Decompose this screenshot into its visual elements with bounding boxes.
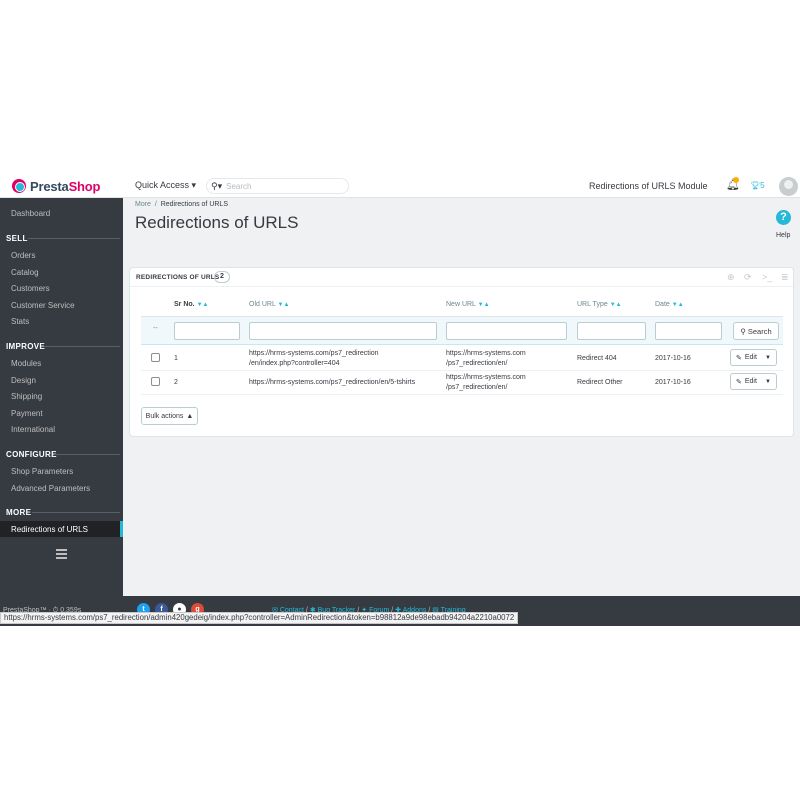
search-box[interactable]: ⚲▾ Search [206,178,349,194]
sidebar-item-redirections[interactable]: Redirections of URLS [11,525,88,534]
pencil-icon: ✎ [736,354,742,362]
caret-up-icon: ▲ [186,412,194,420]
help-icon[interactable]: ? [776,210,791,225]
breadcrumb-separator: / [154,201,157,208]
filter-placeholder: -- [153,325,158,332]
filter-url-type-input[interactable] [577,322,646,340]
cell-url-type: Redirect Other [577,379,623,386]
trophy-icon: 🏆︎ [750,181,761,190]
column-header-old-url[interactable]: Old URL ▼▲ [249,301,289,308]
column-header-date[interactable]: Date ▼▲ [655,301,684,308]
cell-date: 2017-10-16 [655,355,691,362]
search-icon: ⚲ [740,326,746,336]
prestashop-logo[interactable]: PrestaShop [12,178,100,194]
avatar[interactable] [779,177,798,196]
count-badge: 2 [214,271,230,283]
cell-old-url: https://hrms-systems.com/ps7_redirection… [249,379,416,386]
sort-icon[interactable]: ▼▲ [672,302,684,308]
cell-old-url: https://hrms-systems.com/ps7_redirection… [249,350,379,367]
panel-header: REDIRECTIONS OF URLS 2 ⊕ ⟳ >_ ≣ [130,268,793,287]
sidebar-item-customers[interactable]: Customers [11,284,50,293]
page-title: Redirections of URLS [135,213,299,232]
filter-new-url-input[interactable] [446,322,567,340]
sidebar-section-configure: CONFIGURE [6,450,57,459]
sidebar-item-advanced-parameters[interactable]: Advanced Parameters [11,484,90,493]
menu-collapse-icon[interactable] [56,549,67,561]
column-header-sr-no[interactable]: Sr No. ▼▲ [174,301,208,308]
chevron-down-icon[interactable]: ▼ [765,379,771,385]
sidebar-item-international[interactable]: International [11,425,55,434]
search-button[interactable]: ⚲ Search [733,322,779,340]
sort-icon[interactable]: ▼▲ [478,302,490,308]
app-window: PrestaShop Quick Access ▾ ⚲▾ Search Redi… [0,174,800,626]
sort-icon[interactable]: ▼▲ [278,302,290,308]
sidebar-item-shop-parameters[interactable]: Shop Parameters [11,467,73,476]
filter-date-input[interactable] [655,322,722,340]
table-row: 1 https://hrms-systems.com/ps7_redirecti… [141,347,783,371]
help-label[interactable]: Help [776,232,790,239]
column-header-new-url[interactable]: New URL ▼▲ [446,301,490,308]
sidebar-item-design[interactable]: Design [11,376,36,385]
add-new-icon[interactable]: ⊕ [727,272,735,283]
edit-button[interactable]: ✎ Edit ▼ [730,349,777,366]
trophy-count: 5 [760,181,765,190]
sidebar-item-stats[interactable]: Stats [11,317,29,326]
sql-query-icon[interactable]: >_ [762,272,772,282]
search-icon[interactable]: ⚲▾ [211,181,222,192]
sidebar-item-catalog[interactable]: Catalog [11,268,39,277]
top-bar: PrestaShop Quick Access ▾ ⚲▾ Search Redi… [0,174,800,198]
redirections-panel: REDIRECTIONS OF URLS 2 ⊕ ⟳ >_ ≣ Sr No. ▼… [129,267,794,437]
bulk-actions-button[interactable]: Bulk actions ▲ [141,407,198,425]
notification-dot [733,177,739,183]
panel-title: REDIRECTIONS OF URLS [136,274,220,281]
breadcrumb: More / Redirections of URLS [135,201,228,208]
table-row: 2 https://hrms-systems.com/ps7_redirecti… [141,371,783,395]
chevron-down-icon[interactable]: ▼ [765,355,771,361]
filter-sr-no-input[interactable] [174,322,240,340]
cell-sr-no: 1 [174,355,178,362]
sort-icon[interactable]: ▼▲ [197,302,209,308]
sidebar-item-dashboard[interactable]: Dashboard [11,209,50,218]
search-input[interactable]: Search [226,182,251,191]
module-name: Redirections of URLS Module [589,181,708,191]
sidebar-item-orders[interactable]: Orders [11,251,35,260]
filter-row: -- ⚲ Search [141,316,783,345]
edit-button[interactable]: ✎ Edit ▼ [730,373,777,390]
sidebar-section-sell: SELL [6,234,28,243]
divider [54,454,120,455]
sidebar-section-more: MORE [6,508,32,517]
logo-icon [12,179,26,193]
cell-sr-no: 2 [174,379,178,386]
sidebar-item-shipping[interactable]: Shipping [11,392,42,401]
divider [44,346,120,347]
status-bar-url: https://hrms-systems.com/ps7_redirection… [0,612,519,624]
sidebar: Dashboard SELL Orders Catalog Customers … [0,198,123,596]
refresh-icon[interactable]: ⟳ [744,272,752,283]
logo-text: PrestaShop [30,178,101,194]
row-checkbox[interactable] [151,377,160,386]
sidebar-item-modules[interactable]: Modules [11,359,41,368]
trophy-badge[interactable]: 🏆︎5 [750,181,765,190]
cell-url-type: Redirect 404 [577,355,617,362]
filter-old-url-input[interactable] [249,322,437,340]
quick-access-menu[interactable]: Quick Access ▾ [135,180,196,191]
sidebar-item-payment[interactable]: Payment [11,409,43,418]
column-header-url-type[interactable]: URL Type ▼▲ [577,301,622,308]
cell-new-url: https://hrms-systems.com/ps7_redirection… [446,374,526,391]
cell-date: 2017-10-16 [655,379,691,386]
breadcrumb-link-more[interactable]: More [135,201,151,208]
sidebar-section-improve: IMPROVE [6,342,45,351]
export-icon[interactable]: ≣ [781,272,789,283]
pencil-icon: ✎ [736,378,742,386]
sort-icon[interactable]: ▼▲ [610,302,622,308]
row-checkbox[interactable] [151,353,160,362]
breadcrumb-current: Redirections of URLS [160,201,228,208]
sidebar-item-customer-service[interactable]: Customer Service [11,301,75,310]
divider [28,238,120,239]
cell-new-url: https://hrms-systems.com/ps7_redirection… [446,350,526,367]
divider [32,512,120,513]
